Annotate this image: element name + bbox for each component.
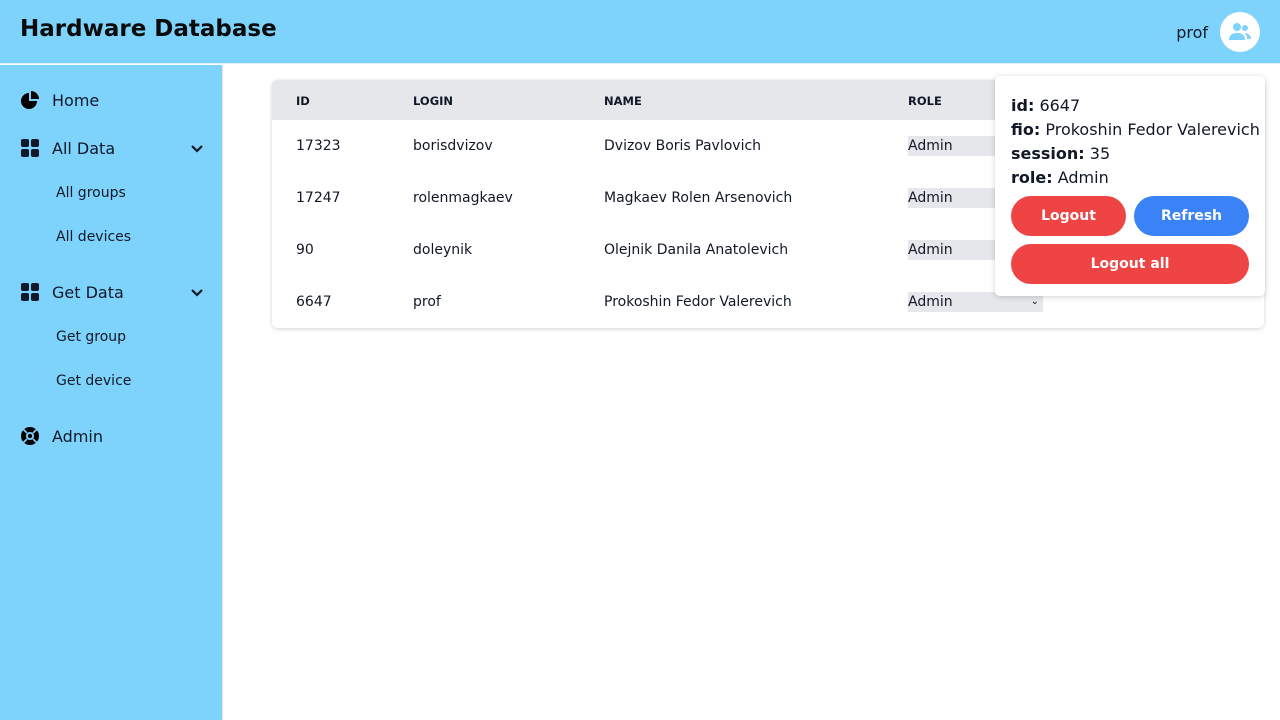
sidebar-item-get-group[interactable]: Get group [56, 329, 126, 345]
cell-id: 17247 [296, 190, 341, 206]
sidebar-item-label: Admin [52, 426, 103, 446]
cell-login: rolenmagkaev [413, 190, 513, 206]
refresh-button[interactable]: Refresh [1134, 196, 1249, 236]
cell-id: 17323 [296, 138, 341, 154]
life-ring-icon [21, 427, 39, 445]
sidebar-item-label: All Data [52, 138, 116, 158]
popup-session: session: 35 [1011, 144, 1111, 163]
sidebar-item-get-data[interactable]: Get Data [20, 282, 124, 302]
role-select-value: Admin [908, 294, 953, 310]
popup-fio: fio: Prokoshin Fedor Valerevich [1011, 120, 1260, 139]
sidebar: Home All Data All groups All devices Get… [0, 65, 223, 720]
logout-button[interactable]: Logout [1011, 196, 1126, 236]
app-title: Hardware Database [20, 16, 277, 42]
sidebar-item-home[interactable]: Home [20, 90, 99, 110]
column-header-id: ID [296, 94, 310, 108]
sidebar-item-all-devices[interactable]: All devices [56, 229, 131, 245]
cell-name: Prokoshin Fedor Valerevich [604, 294, 792, 310]
grid-icon [21, 139, 39, 157]
cell-login: doleynik [413, 242, 473, 258]
cell-id: 6647 [296, 294, 332, 310]
chevron-down-icon[interactable] [190, 142, 204, 156]
cell-name: Magkaev Rolen Arsenovich [604, 190, 793, 206]
user-menu-button[interactable] [1220, 12, 1260, 52]
column-header-login: LOGIN [413, 94, 454, 108]
cell-login: borisdvizov [413, 138, 493, 154]
logout-all-button[interactable]: Logout all [1011, 244, 1249, 284]
sidebar-item-all-data[interactable]: All Data [20, 138, 115, 158]
popup-id: id: 6647 [1011, 96, 1081, 115]
user-info-popup: id: 6647 fio: Prokoshin Fedor Valerevich… [995, 76, 1265, 296]
column-header-role: ROLE [908, 94, 942, 108]
cell-name: Dvizov Boris Pavlovich [604, 138, 762, 154]
role-select-value: Admin [908, 138, 953, 154]
cell-name: Olejnik Danila Anatolevich [604, 242, 789, 258]
sidebar-item-label: Get Data [52, 282, 124, 302]
users-icon [1229, 23, 1251, 40]
column-header-name: NAME [604, 94, 642, 108]
top-bar: Hardware Database prof [0, 0, 1280, 64]
cell-login: prof [413, 294, 441, 310]
pie-chart-icon [21, 91, 39, 109]
role-select-value: Admin [908, 242, 953, 258]
popup-role: role: Admin [1011, 168, 1109, 187]
cell-id: 90 [296, 242, 314, 258]
sidebar-item-admin[interactable]: Admin [20, 426, 103, 446]
sidebar-item-label: Home [52, 90, 100, 110]
chevron-down-icon[interactable] [190, 286, 204, 300]
role-select-value: Admin [908, 190, 953, 206]
grid-icon [21, 283, 39, 301]
sidebar-item-all-groups[interactable]: All groups [56, 185, 126, 201]
username[interactable]: prof [1176, 23, 1208, 42]
sidebar-item-get-device[interactable]: Get device [56, 373, 131, 389]
